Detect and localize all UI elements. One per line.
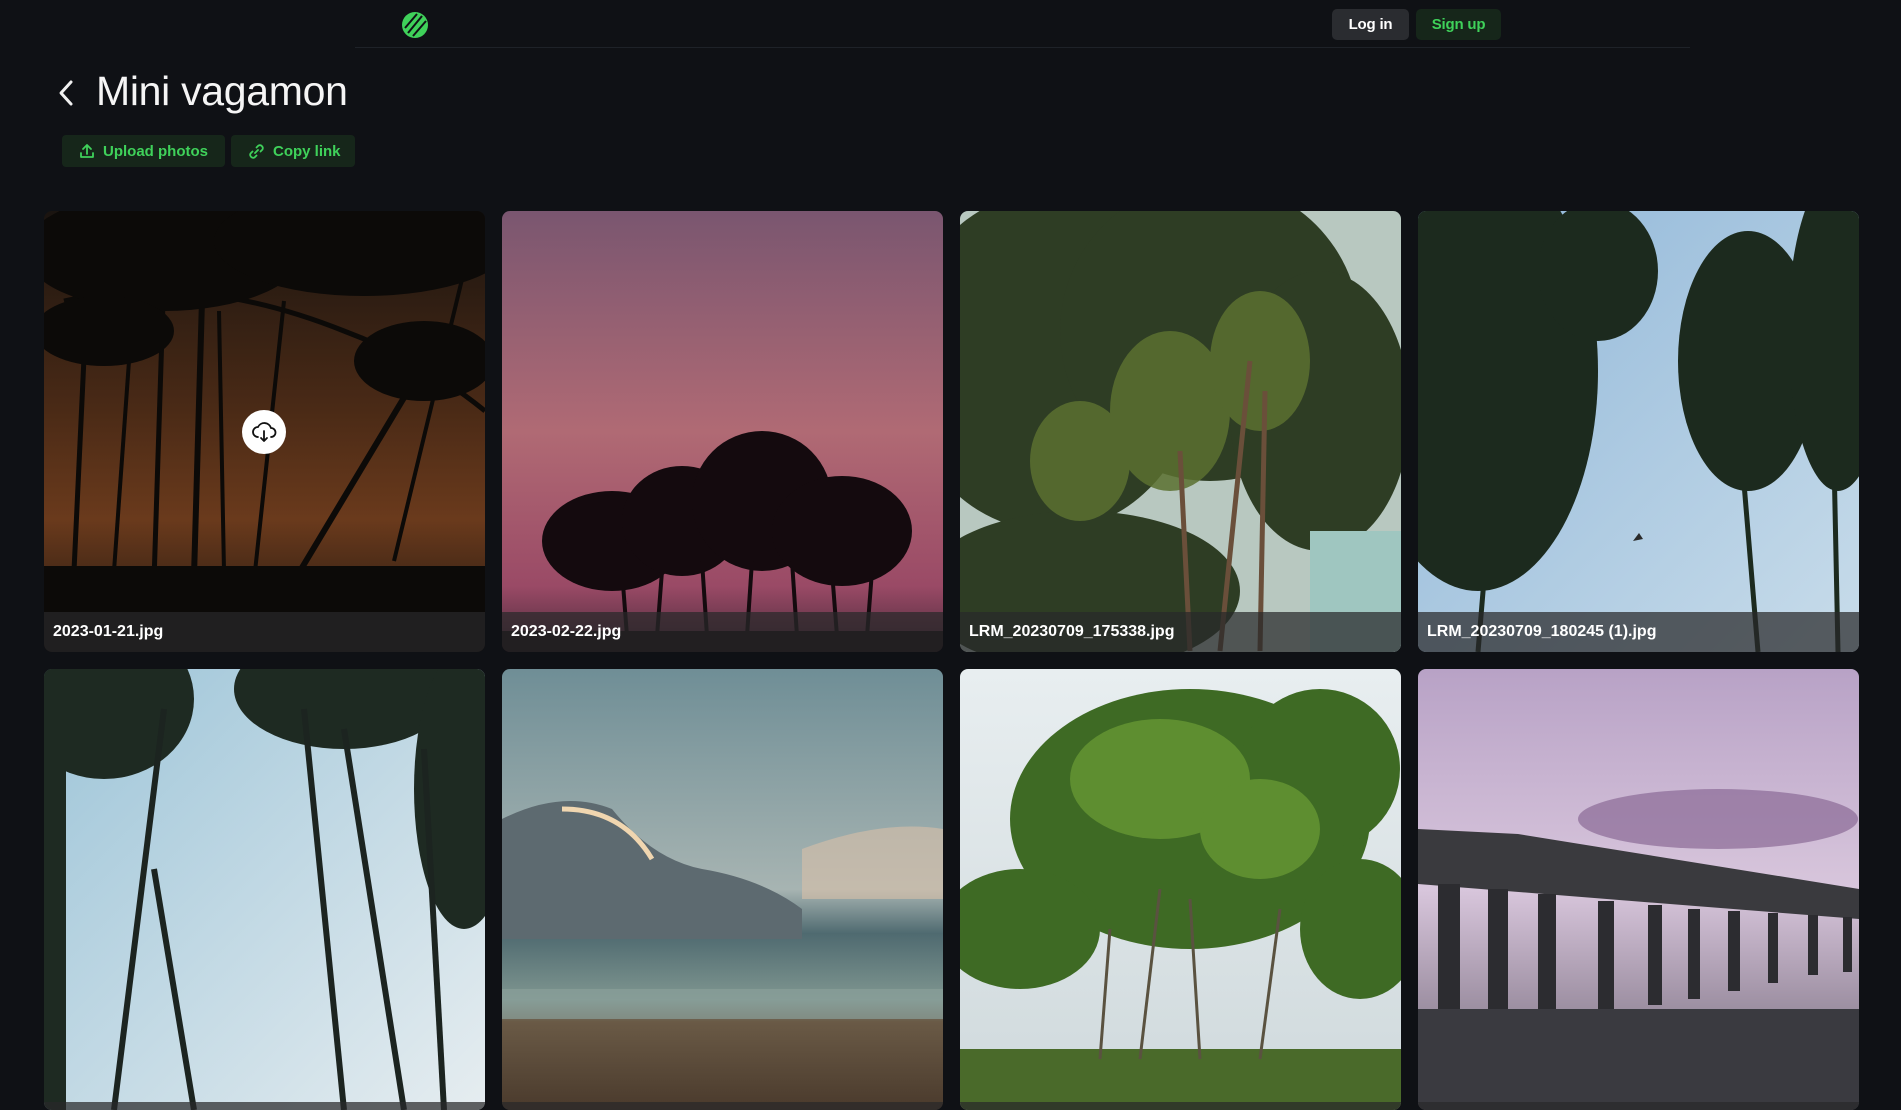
photo-image: [960, 211, 1401, 652]
photo-card[interactable]: [44, 669, 485, 1110]
page-title: Mini vagamon: [96, 68, 348, 114]
photo-card[interactable]: 2023-02-22.jpg: [502, 211, 943, 652]
chevron-left-icon: [59, 80, 73, 106]
photo-filename: LRM_20230709_175338.jpg: [960, 612, 1401, 652]
login-button[interactable]: Log in: [1332, 9, 1409, 40]
photo-card[interactable]: [1418, 669, 1859, 1110]
photo-filename: 2023-02-22.jpg: [502, 612, 943, 652]
copy-link-button[interactable]: Copy link: [231, 135, 355, 167]
photo-filename: [502, 1102, 943, 1110]
brand-logo-icon[interactable]: [401, 11, 429, 39]
photo-card[interactable]: LRM_20230709_180245 (1).jpg: [1418, 211, 1859, 652]
photo-filename: LRM_20230709_180245 (1).jpg: [1418, 612, 1859, 652]
photo-image: [44, 669, 485, 1110]
photo-card[interactable]: 2023-01-21.jpg: [44, 211, 485, 652]
upload-photos-label: Upload photos: [103, 142, 208, 160]
upload-icon: [80, 144, 94, 158]
photo-card[interactable]: [960, 669, 1401, 1110]
photo-image: [960, 669, 1401, 1110]
cloud-download-icon: [252, 422, 277, 442]
copy-link-label: Copy link: [273, 142, 341, 160]
photo-card[interactable]: LRM_20230709_175338.jpg: [960, 211, 1401, 652]
photo-image: [1418, 669, 1859, 1110]
photo-card[interactable]: [502, 669, 943, 1110]
signup-button[interactable]: Sign up: [1416, 9, 1501, 40]
photo-image: [502, 211, 943, 652]
download-button[interactable]: [242, 410, 286, 454]
photo-filename: [960, 1102, 1401, 1110]
photo-filename: [44, 1102, 485, 1110]
photo-filename: [1418, 1102, 1859, 1110]
photo-image: [502, 669, 943, 1110]
header-divider: [355, 47, 1690, 48]
photo-filename: 2023-01-21.jpg: [44, 612, 485, 652]
photo-image: [1418, 211, 1859, 652]
back-button[interactable]: [52, 74, 80, 112]
top-bar: Log in Sign up: [0, 0, 1901, 48]
link-icon: [249, 143, 264, 159]
upload-photos-button[interactable]: Upload photos: [62, 135, 225, 167]
